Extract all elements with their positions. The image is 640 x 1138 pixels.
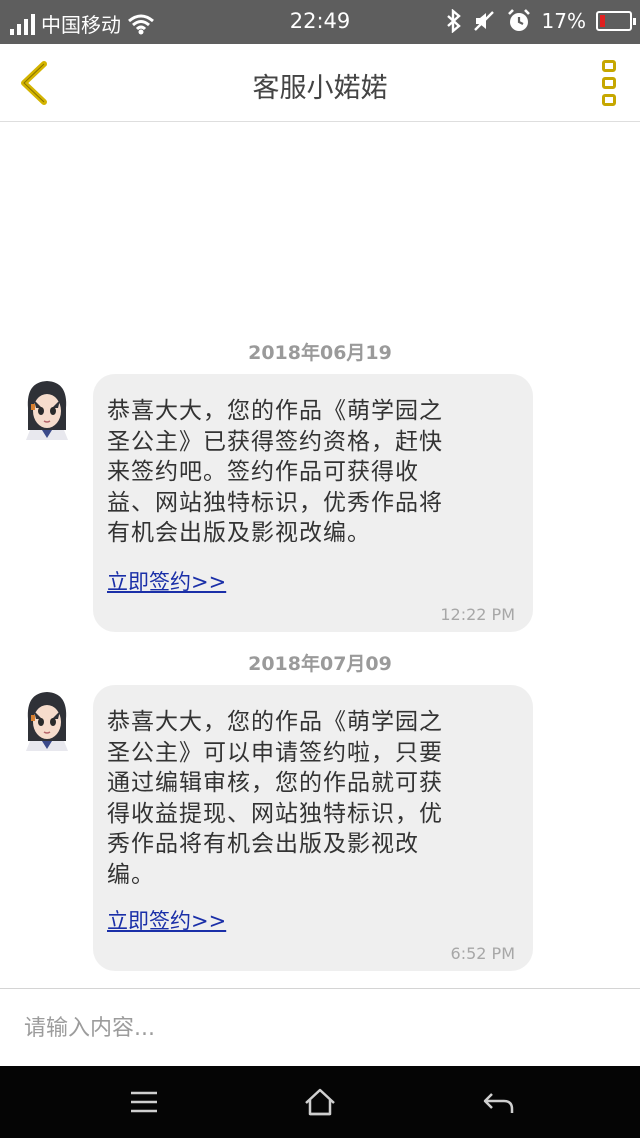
message-input[interactable] [24, 1009, 614, 1047]
date-divider: 2018年06月19 [248, 342, 392, 364]
status-right: 17% [446, 8, 636, 34]
avatar [26, 381, 68, 440]
bluetooth-icon [446, 9, 461, 33]
more-dot [602, 94, 616, 106]
page-title: 客服小婼婼 [252, 73, 388, 104]
sign-contract-link[interactable]: 立即签约>> [107, 566, 226, 596]
message-timestamp: 12:22 PM [440, 605, 515, 624]
battery-icon [596, 11, 636, 31]
home-icon[interactable] [298, 1082, 342, 1122]
more-dot [602, 60, 616, 72]
system-nav-bar [0, 1066, 640, 1138]
mute-icon [473, 11, 494, 31]
chat-area[interactable]: 2018年06月19 恭喜大大，您的作品《萌学园之 圣公主》已获得签约资格，赶快… [0, 123, 640, 988]
message-bubble: 恭喜大大，您的作品《萌学园之 圣公主》已获得签约资格，赶快 来签约吧。签约作品可… [93, 374, 533, 632]
back-icon[interactable] [476, 1082, 520, 1122]
battery-level-fill [600, 15, 605, 27]
avatar [26, 692, 68, 751]
chat-header: 客服小婼婼 [0, 44, 640, 122]
message-bubble: 恭喜大大，您的作品《萌学园之 圣公主》可以申请签约啦，只要 通过编辑审核，您的作… [93, 685, 533, 971]
message-text: 恭喜大大，您的作品《萌学园之 圣公主》可以申请签约啦，只要 通过编辑审核，您的作… [107, 709, 443, 888]
menu-icon[interactable] [122, 1082, 166, 1122]
more-vertical-icon[interactable] [602, 60, 618, 106]
sign-contract-link[interactable]: 立即签约>> [107, 905, 226, 935]
date-divider: 2018年07月09 [248, 653, 392, 675]
message-input-bar [0, 988, 640, 1066]
alarm-icon [507, 9, 530, 31]
message-text: 恭喜大大，您的作品《萌学园之 圣公主》已获得签约资格，赶快 来签约吧。签约作品可… [107, 398, 443, 546]
message-timestamp: 6:52 PM [450, 944, 515, 963]
status-bar: 中国移动 22:49 17% [0, 0, 640, 44]
more-dot [602, 77, 616, 89]
battery-percent: 17% [541, 9, 586, 33]
